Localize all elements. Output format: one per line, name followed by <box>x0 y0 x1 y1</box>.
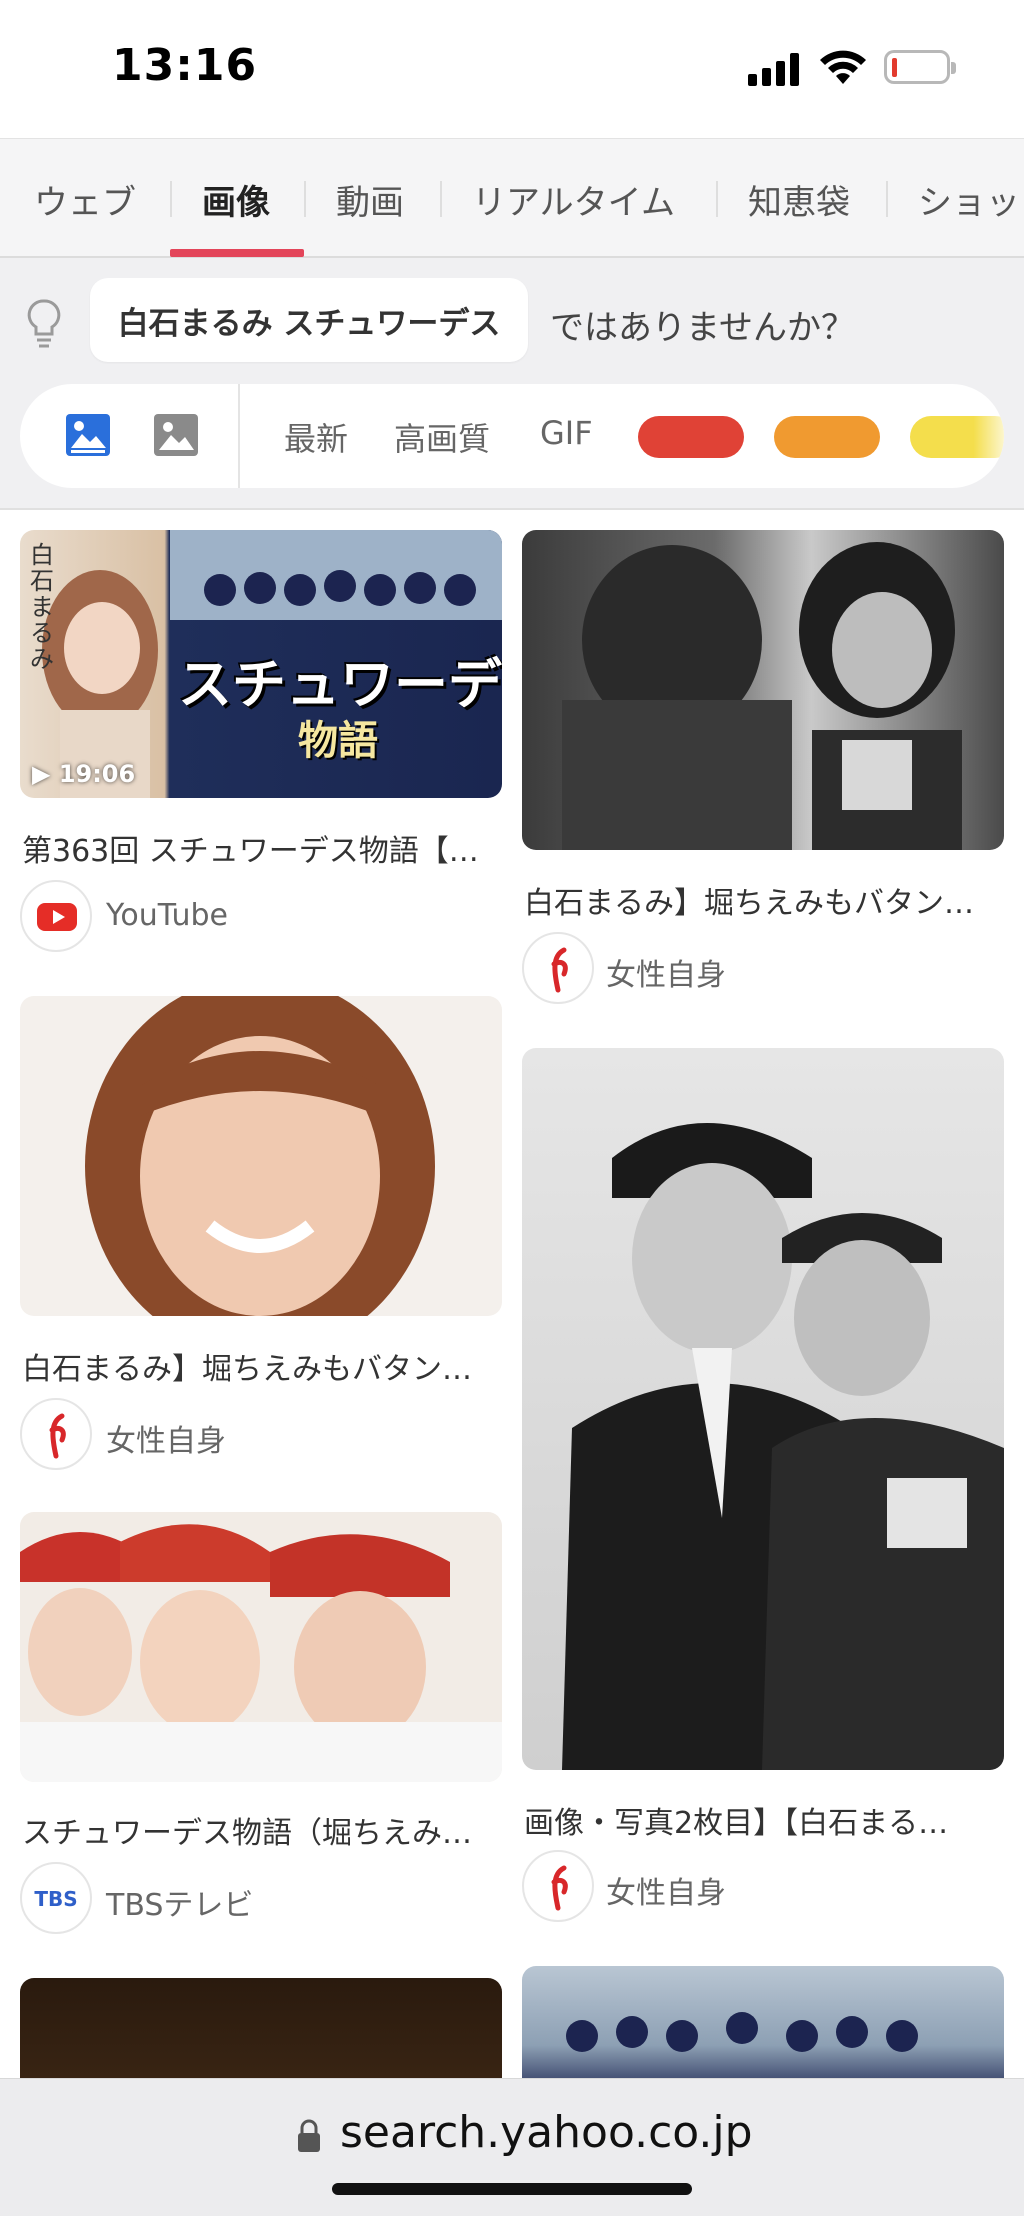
result-thumbnail[interactable] <box>20 1512 502 1782</box>
tab-videos[interactable]: 動画 <box>336 175 404 224</box>
filter-high-quality[interactable]: 高画質 <box>394 414 490 460</box>
result-source: YouTube <box>106 898 228 933</box>
thumbnail-art <box>562 1123 1004 1770</box>
jisin-logo <box>20 1398 92 1470</box>
thumbnail-side-text: 白石まるみ <box>30 541 54 673</box>
lock-icon <box>298 2119 320 2152</box>
url-text[interactable]: search.yahoo.co.jp <box>340 2107 753 2158</box>
jisin-logo <box>522 1850 594 1922</box>
result-caption[interactable]: 第363回 スチュワーデス物語【… <box>22 826 500 870</box>
result-caption[interactable]: 白石まるみ】堀ちえみもバタン… <box>22 1344 500 1388</box>
active-tab-indicator <box>170 249 304 257</box>
filter-bar: 最新 高画質 GIF <box>20 384 1004 488</box>
result-caption[interactable]: 画像・写真2枚目】【白石まる… <box>524 1798 1002 1842</box>
wifi-icon <box>820 50 866 84</box>
suggested-query-chip[interactable]: 白石まるみ スチュワーデス <box>90 278 528 362</box>
result-source: TBSテレビ <box>106 1888 254 1923</box>
tbs-logo-text: TBS <box>34 1887 78 1911</box>
image-size-icon[interactable] <box>66 414 110 456</box>
search-tabs: ウェブ 画像 動画 リアルタイム 知恵袋 ショッ <box>0 138 1024 258</box>
tab-separator <box>170 181 172 217</box>
tab-separator <box>440 181 442 217</box>
result-thumbnail[interactable] <box>522 530 1004 850</box>
filter-gif[interactable]: GIF <box>540 414 593 452</box>
result-source: 女性自身 <box>606 1876 726 1911</box>
search-options: 白石まるみ スチュワーデス ではありませんか？ 最新 高画質 GIF <box>0 258 1024 510</box>
status-time: 13:16 <box>112 40 258 91</box>
filter-latest[interactable]: 最新 <box>284 414 348 460</box>
video-duration: ▶ 19:06 <box>32 760 136 788</box>
suggestion-text: ではありませんか？ <box>550 308 855 348</box>
result-source: 女性自身 <box>106 1424 226 1459</box>
color-filter-yellow[interactable] <box>910 416 1004 458</box>
result-caption[interactable]: スチュワーデス物語（堀ちえみ… <box>22 1808 500 1852</box>
thumbnail-subtitle-text: 物語 <box>298 718 378 764</box>
thumbnail-art <box>562 542 962 850</box>
tab-images[interactable]: 画像 <box>202 175 270 224</box>
status-bar: 13:16 <box>0 0 1024 138</box>
tab-web[interactable]: ウェブ <box>34 175 136 224</box>
home-indicator <box>332 2183 692 2195</box>
tab-shopping[interactable]: ショッ <box>918 175 1020 224</box>
filter-divider <box>238 384 240 488</box>
tab-separator <box>886 181 888 217</box>
tab-realtime[interactable]: リアルタイム <box>472 175 675 224</box>
result-caption[interactable]: 白石まるみ】堀ちえみもバタン… <box>524 878 1002 922</box>
cellular-signal-icon <box>748 52 802 86</box>
thumbnail-art <box>85 996 435 1316</box>
tab-separator <box>304 181 306 217</box>
image-type-icon[interactable] <box>154 414 198 456</box>
result-thumbnail[interactable] <box>20 996 502 1316</box>
url-bar[interactable]: search.yahoo.co.jp <box>0 2078 1024 2216</box>
youtube-logo <box>20 880 92 952</box>
tab-chiebukuro[interactable]: 知恵袋 <box>748 175 850 224</box>
lightbulb-icon <box>27 299 61 348</box>
color-filter-red[interactable] <box>638 416 744 458</box>
result-thumbnail[interactable]: スチュワーデス 物語 白石まるみ ▶ 19:06 <box>20 530 502 798</box>
jisin-logo <box>522 932 594 1004</box>
color-filter-orange[interactable] <box>774 416 880 458</box>
tab-separator <box>716 181 718 217</box>
result-source: 女性自身 <box>606 958 726 993</box>
screen: 13:16 ウェブ 画像 動画 リアルタイム 知恵袋 ショッ 白石まるみ スチュ… <box>0 0 1024 2216</box>
tbs-logo: TBS <box>20 1862 92 1934</box>
thumbnail-art <box>20 1524 502 1782</box>
battery-icon <box>884 50 956 84</box>
result-thumbnail[interactable] <box>522 1048 1004 1770</box>
